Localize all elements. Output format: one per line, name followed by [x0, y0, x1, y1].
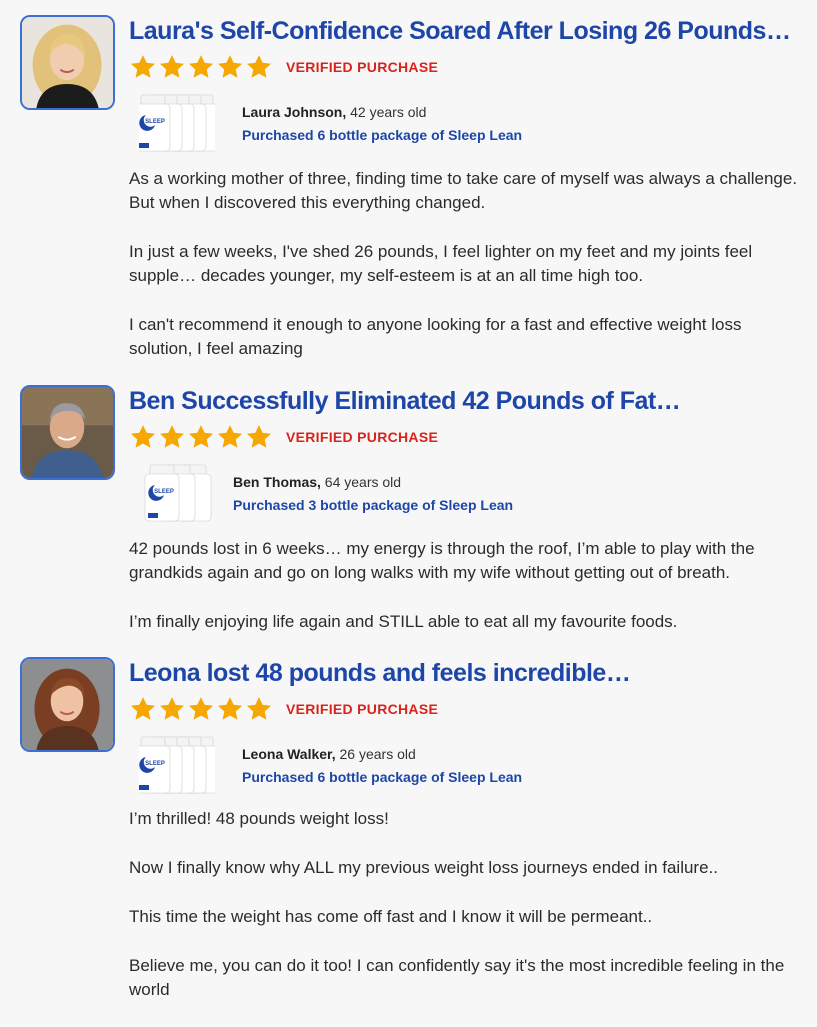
star-rating: [129, 53, 273, 81]
reviewer-avatar-leona: [20, 657, 115, 752]
review-paragraph: I’m thrilled! 48 pounds weight loss!: [129, 809, 389, 828]
review-paragraph: In just a few weeks, I've shed 26 pounds…: [129, 242, 753, 285]
star-icon: [159, 697, 185, 720]
sleep-lean-bottle-icon: SLEEP: [139, 736, 215, 794]
purchase-info: Purchased 6 bottle package of Sleep Lean: [242, 769, 523, 785]
buyer-info: Leona Walker, 26 years old Purchased 6 b…: [242, 743, 522, 789]
buyer-name: Laura Johnson,: [242, 104, 347, 120]
review-title: Laura's Self-Confidence Soared After Los…: [129, 17, 791, 45]
reviewer-avatar-laura: [20, 15, 115, 110]
review-title: Ben Successfully Eliminated 42 Pounds of…: [129, 387, 681, 415]
buyer-name: Ben Thomas,: [233, 474, 321, 490]
star-icon: [246, 425, 272, 448]
purchase-info: Purchased 6 bottle package of Sleep Lean: [242, 127, 523, 143]
star-icon: [130, 425, 156, 448]
review-body: 42 pounds lost in 6 weeks… my energy is …: [129, 537, 804, 659]
star-icon: [159, 425, 185, 448]
buyer-age: 42 years old: [346, 104, 427, 120]
review-paragraph: I’m finally enjoying life again and STIL…: [129, 612, 678, 631]
star-icon: [217, 55, 243, 78]
review-paragraph: Believe me, you can do it too! I can con…: [129, 956, 785, 999]
star-icon: [188, 55, 214, 78]
review-paragraph: I can't recommend it enough to anyone lo…: [129, 315, 742, 358]
svg-text:SLEEP: SLEEP: [145, 761, 165, 767]
verified-purchase-badge: VERIFIED PURCHASE: [286, 429, 439, 445]
review-body: I’m thrilled! 48 pounds weight loss! Now…: [129, 807, 804, 1027]
sleep-lean-bottle-icon: SLEEP: [139, 94, 215, 152]
buyer-age: 64 years old: [320, 474, 402, 490]
svg-text:SLEEP: SLEEP: [145, 119, 165, 125]
star-icon: [217, 697, 243, 720]
review-paragraph: Now I finally know why ALL my previous w…: [129, 858, 718, 877]
star-icon: [246, 55, 272, 78]
star-icon: [246, 697, 272, 720]
star-rating: [129, 695, 273, 723]
review-body: As a working mother of three, finding ti…: [129, 167, 804, 386]
review-title: Leona lost 48 pounds and feels incredibl…: [129, 659, 631, 687]
star-icon: [188, 697, 214, 720]
buyer-info: Laura Johnson, 42 years old Purchased 6 …: [242, 101, 522, 147]
star-icon: [159, 55, 185, 78]
sleep-lean-bottle-icon: SLEEP: [144, 464, 212, 522]
review-paragraph: As a working mother of three, finding ti…: [129, 169, 798, 212]
svg-text:SLEEP: SLEEP: [154, 489, 174, 495]
star-rating: [129, 423, 273, 451]
purchase-info: Purchased 3 bottle package of Sleep Lean: [233, 497, 514, 513]
review-paragraph: 42 pounds lost in 6 weeks… my energy is …: [129, 539, 755, 582]
verified-purchase-badge: VERIFIED PURCHASE: [286, 59, 439, 75]
star-icon: [188, 425, 214, 448]
verified-purchase-badge: VERIFIED PURCHASE: [286, 701, 439, 717]
buyer-age: 26 years old: [335, 746, 416, 762]
buyer-info: Ben Thomas, 64 years old Purchased 3 bot…: [233, 471, 513, 517]
buyer-name: Leona Walker,: [242, 746, 336, 762]
star-icon: [217, 425, 243, 448]
star-icon: [130, 697, 156, 720]
review-paragraph: This time the weight has come off fast a…: [129, 907, 653, 926]
reviewer-avatar-ben: [20, 385, 115, 480]
star-icon: [130, 55, 156, 78]
